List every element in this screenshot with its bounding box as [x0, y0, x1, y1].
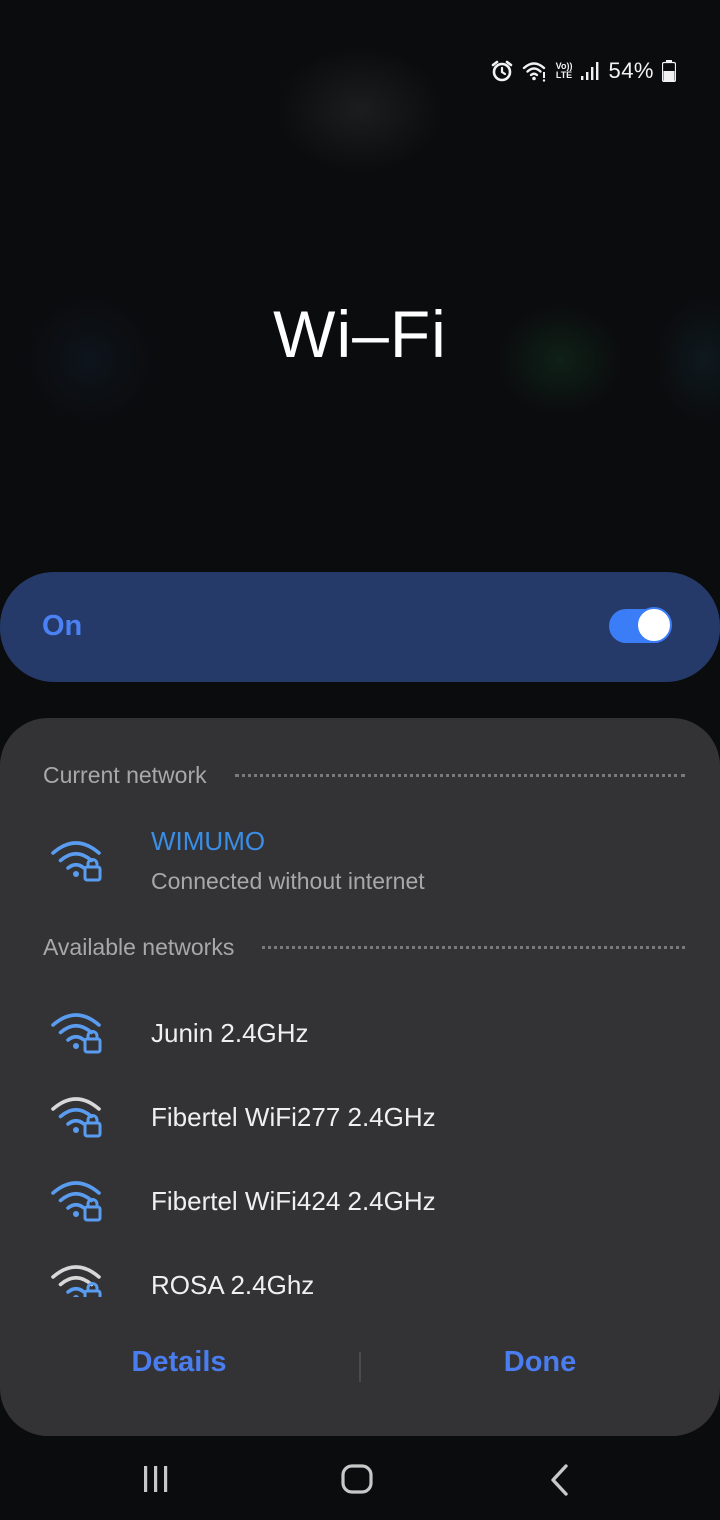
alarm-icon — [490, 59, 514, 83]
battery-percent: 54% — [608, 58, 654, 83]
wifi-panel-screen: Vo)) LTE 54% Wi–Fi On Current network WI… — [0, 0, 720, 1520]
details-button[interactable]: Details — [59, 1346, 299, 1379]
recent-apps-icon[interactable] — [140, 1463, 172, 1500]
wifi-lock-icon — [50, 1092, 106, 1145]
available-networks-label: Available networks — [43, 934, 235, 960]
cell-signal-icon — [580, 61, 600, 81]
wifi-lock-icon — [50, 836, 106, 889]
wifi-lock-icon — [50, 1260, 106, 1297]
network-name: Fibertel WiFi277 2.4GHz — [151, 1102, 436, 1132]
wifi-status-icon — [522, 60, 548, 82]
battery-icon — [662, 60, 676, 82]
wifi-lock-icon — [50, 1008, 106, 1061]
network-item[interactable]: ROSA 2.4Ghz — [0, 1242, 720, 1297]
network-name: Junin 2.4GHz — [151, 1018, 309, 1048]
back-icon[interactable] — [546, 1463, 574, 1502]
divider — [234, 774, 685, 777]
network-item[interactable]: Fibertel WiFi424 2.4GHz — [0, 1158, 720, 1238]
network-name: Fibertel WiFi424 2.4GHz — [151, 1186, 436, 1216]
home-icon[interactable] — [340, 1463, 374, 1500]
page-title: Wi–Fi — [273, 297, 447, 371]
button-divider — [359, 1352, 361, 1382]
divider — [262, 946, 685, 949]
volte-icon: Vo)) LTE — [555, 61, 573, 80]
available-networks-list[interactable]: Junin 2.4GHz Fibertel WiFi277 2.4GHz Fib… — [0, 985, 720, 1297]
available-networks-header: Available networks — [43, 934, 685, 961]
status-bar: Vo)) LTE 54% — [490, 58, 676, 84]
current-network-header: Current network — [43, 762, 685, 789]
toggle-label: On — [42, 610, 83, 642]
network-item[interactable]: Junin 2.4GHz — [0, 990, 720, 1070]
network-name: ROSA 2.4Ghz — [151, 1270, 315, 1297]
network-item[interactable]: Fibertel WiFi277 2.4GHz — [0, 1074, 720, 1154]
switch-knob — [636, 607, 672, 643]
network-status: Connected without internet — [151, 868, 425, 894]
wifi-lock-icon — [50, 1176, 106, 1229]
done-button[interactable]: Done — [420, 1346, 660, 1379]
network-name: WIMUMO — [151, 826, 266, 856]
navigation-bar — [0, 1440, 720, 1520]
current-network-item[interactable]: WIMUMO Connected without internet — [0, 820, 720, 900]
current-network-label: Current network — [43, 762, 207, 788]
